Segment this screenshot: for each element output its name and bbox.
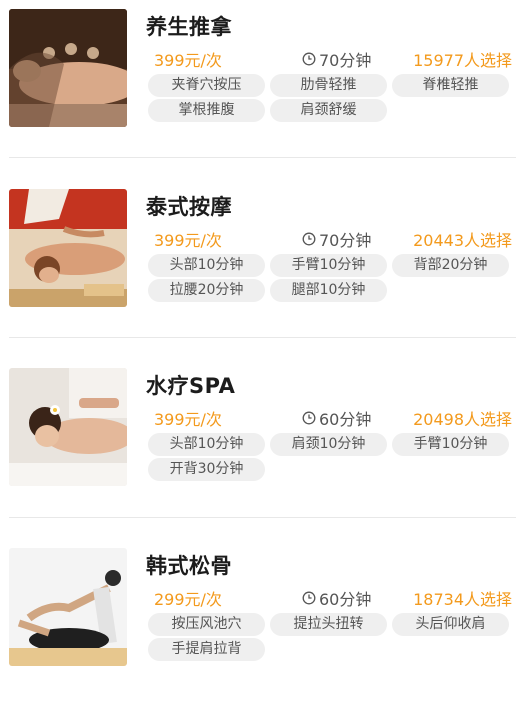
service-price: 399元/次 bbox=[154, 410, 222, 429]
service-duration: 60分钟 bbox=[302, 406, 371, 430]
service-tag: 拉腰20分钟 bbox=[148, 279, 265, 302]
service-price: 299元/次 bbox=[154, 590, 222, 609]
service-thumbnail bbox=[9, 189, 127, 307]
service-item[interactable]: 水疗SPA 399元/次 60分钟 20498人选择 头部10分钟 肩颈10分钟… bbox=[0, 359, 525, 539]
service-tag: 肋骨轻推 bbox=[270, 74, 387, 97]
duration-text: 70分钟 bbox=[319, 51, 372, 70]
divider bbox=[9, 157, 516, 158]
clock-icon bbox=[302, 411, 316, 425]
service-tag: 掌根推腹 bbox=[148, 99, 265, 122]
service-thumbnail bbox=[9, 368, 127, 486]
clock-icon bbox=[302, 591, 316, 605]
service-tag: 背部20分钟 bbox=[392, 254, 509, 277]
selection-count: 18734人选择 bbox=[413, 590, 512, 609]
duration-text: 60分钟 bbox=[319, 590, 372, 609]
service-item[interactable]: 韩式松骨 299元/次 60分钟 18734人选择 按压风池穴 提拉头扭转 头后… bbox=[0, 539, 525, 719]
service-tag: 肩颈10分钟 bbox=[270, 433, 387, 456]
service-tag: 手提肩拉背 bbox=[148, 638, 265, 661]
selection-count: 20498人选择 bbox=[413, 410, 512, 429]
service-price: 399元/次 bbox=[154, 231, 222, 250]
service-thumbnail bbox=[9, 548, 127, 666]
selection-count: 20443人选择 bbox=[413, 231, 512, 250]
service-title: 水疗SPA bbox=[146, 374, 236, 398]
service-tag: 脊椎轻推 bbox=[392, 74, 509, 97]
service-tag: 提拉头扭转 bbox=[270, 613, 387, 636]
service-tag: 腿部10分钟 bbox=[270, 279, 387, 302]
duration-text: 70分钟 bbox=[319, 231, 372, 250]
service-duration: 70分钟 bbox=[302, 227, 371, 251]
service-tag: 手臂10分钟 bbox=[270, 254, 387, 277]
divider bbox=[9, 337, 516, 338]
service-tag: 开背30分钟 bbox=[148, 458, 265, 481]
service-duration: 70分钟 bbox=[302, 47, 371, 71]
service-title: 泰式按摩 bbox=[146, 195, 232, 219]
divider bbox=[9, 517, 516, 518]
service-title: 养生推拿 bbox=[146, 15, 232, 39]
service-price: 399元/次 bbox=[154, 51, 222, 70]
service-item[interactable]: 泰式按摩 399元/次 70分钟 20443人选择 头部10分钟 手臂10分钟 … bbox=[0, 180, 525, 360]
service-title: 韩式松骨 bbox=[146, 554, 232, 578]
service-tag: 夹脊穴按压 bbox=[148, 74, 265, 97]
service-tag: 头部10分钟 bbox=[148, 433, 265, 456]
clock-icon bbox=[302, 232, 316, 246]
service-thumbnail bbox=[9, 9, 127, 127]
service-tag: 头部10分钟 bbox=[148, 254, 265, 277]
service-tag: 头后仰收肩 bbox=[392, 613, 509, 636]
service-tag: 肩颈舒缓 bbox=[270, 99, 387, 122]
duration-text: 60分钟 bbox=[319, 410, 372, 429]
selection-count: 15977人选择 bbox=[413, 51, 512, 70]
service-duration: 60分钟 bbox=[302, 586, 371, 610]
service-tag: 按压风池穴 bbox=[148, 613, 265, 636]
service-item[interactable]: 养生推拿 399元/次 70分钟 15977人选择 夹脊穴按压 肋骨轻推 脊椎轻… bbox=[0, 0, 525, 180]
clock-icon bbox=[302, 52, 316, 66]
service-tag: 手臂10分钟 bbox=[392, 433, 509, 456]
